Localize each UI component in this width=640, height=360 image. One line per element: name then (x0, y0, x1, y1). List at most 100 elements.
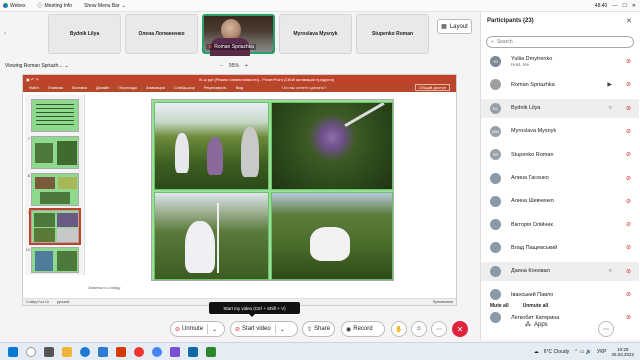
record-button[interactable]: ◉ Record (341, 321, 385, 337)
avatar (490, 195, 501, 207)
participant-row[interactable]: YD Yuliia Dmytrenko Host, me ⊘ (481, 52, 639, 71)
participant-name: Stupenko Roman (511, 151, 554, 158)
video-tile-logvynenko[interactable]: Олена Логвиненко (125, 14, 198, 54)
ppt-ribbon: Файл Главная Вставка Дизайн Переходы Ани… (23, 83, 456, 92)
viber-icon[interactable] (170, 346, 180, 357)
participant-row[interactable]: Іванський Павло ⊘ (481, 285, 639, 304)
avatar: BL (490, 102, 501, 114)
leave-meeting-button[interactable]: ✕ (452, 321, 468, 337)
participant-row[interactable]: Легкобит Катерина ⊘ (481, 308, 639, 327)
slide-thumb-image (31, 136, 79, 169)
ppt-slide-count: Слайд 9 из 10 (26, 300, 49, 304)
captions-button[interactable]: ☺ (411, 321, 427, 337)
avatar (490, 289, 501, 300)
participant-name-block: Даяна Коновал (511, 268, 550, 274)
show-menu-bar-menu[interactable]: Show Menu Bar ⌄ (84, 3, 126, 9)
apps-icon: ⁂ (525, 322, 531, 328)
minimize-icon[interactable]: — (612, 3, 617, 9)
clock[interactable]: 10:29 25.03.2022 (611, 347, 634, 357)
task-view-icon[interactable] (44, 346, 54, 357)
strip-prev-icon[interactable]: ‹ (4, 30, 6, 37)
participants-search-input[interactable]: ⌕ Search (486, 36, 634, 48)
store-icon[interactable] (98, 346, 108, 357)
weather-text[interactable]: 6°C Cloudy (544, 349, 569, 355)
participant-row[interactable]: Вікторія Олійник ⊘ (481, 215, 639, 234)
slide-thumb-image (31, 99, 79, 132)
opera-icon[interactable] (134, 346, 144, 357)
chat-icon[interactable]: ○ (608, 268, 612, 274)
panel-more-button[interactable]: ⋯ (598, 321, 614, 337)
tile-name: Stupenko Roman (371, 31, 414, 37)
telegram-icon[interactable] (188, 346, 198, 357)
tile-name: Myroslava Mysnyk (293, 31, 338, 37)
search-placeholder: Search (496, 39, 513, 45)
participant-name: Roman Spriazhka (511, 81, 555, 88)
meeting-info-menu[interactable]: ⓘ Meeting Info (37, 2, 72, 10)
close-icon[interactable]: ✕ (632, 3, 636, 9)
participant-name: Bydnik Lilya (511, 105, 541, 112)
mic-muted-icon: ⊘ (625, 315, 631, 322)
video-strip: ‹ Bydnik Lilya Олена Логвиненко ⊘ Roman S… (0, 12, 478, 59)
layout-button[interactable]: ▦ Layout (437, 19, 472, 34)
mic-muted-icon: ⊘ (625, 198, 631, 205)
chevron-down-icon: ⌄ (121, 2, 126, 9)
tray-icons[interactable]: ⌃ ▭ 🔊 (574, 349, 592, 355)
more-icon: ⋯ (603, 326, 609, 333)
start-icon[interactable] (8, 346, 18, 357)
video-tile-stupenko[interactable]: Stupenko Roman (356, 14, 429, 54)
participant-name-block: Вікторія Олійник (511, 222, 553, 228)
search-icon[interactable] (26, 346, 36, 357)
participant-row[interactable]: Влад Пащевський ⊘ (481, 238, 639, 257)
participant-row[interactable]: BL Bydnik Lilya ○ ⊘ (481, 98, 639, 118)
participant-row[interactable]: Roman Spriazhka ▶ ⊘ (481, 75, 639, 94)
mute-all-button[interactable]: Mute all (490, 303, 509, 309)
tile-name: Bydnik Lilya (69, 31, 100, 37)
maximize-icon[interactable]: ☐ (622, 3, 626, 9)
file-explorer-icon[interactable] (62, 346, 72, 357)
participant-row[interactable]: Алина Шевченко ⊘ (481, 192, 639, 211)
zoom-out-icon[interactable]: − (220, 63, 223, 69)
app-brand: Webex (0, 3, 25, 9)
zoom-in-icon[interactable]: + (245, 63, 248, 69)
participant-row[interactable]: MM Myroslava Mysnyk ⊘ (481, 122, 639, 141)
meeting-timer: 48:40 (594, 2, 608, 9)
thumb-photo (35, 251, 53, 271)
participant-row[interactable]: Даяна Коновал ○ ⊘ (481, 261, 639, 281)
more-options-button[interactable]: ⋯ (431, 321, 447, 337)
avatar: YD (490, 56, 501, 67)
show-menu-bar-label: Show Menu Bar (84, 2, 120, 9)
photo-figure (241, 127, 259, 177)
webex-taskbar-icon[interactable] (206, 346, 216, 357)
ppt-notes: Заметки к слайду (88, 285, 121, 290)
avatar (490, 242, 501, 254)
video-tile-bydnik[interactable]: Bydnik Lilya (48, 14, 121, 54)
more-icon: ⋯ (436, 326, 442, 333)
participant-row[interactable]: SR Stupenko Roman ⊘ (481, 145, 639, 164)
avatar (490, 265, 501, 277)
close-icon[interactable]: ✕ (626, 17, 632, 25)
powerpoint-icon[interactable] (116, 346, 126, 357)
shared-screen: ▣ ↶ ↷ Xl-ш ppt [Режим совместимости] - P… (22, 74, 457, 306)
search-icon: ⌕ (491, 39, 494, 45)
layout-grid-icon: ▦ (441, 24, 447, 30)
unmute-button[interactable]: ⊘ Unmute ⌄ (170, 321, 225, 337)
slide-photo-flower-closeup (271, 102, 393, 190)
apps-button[interactable]: ⁂ Apps (525, 321, 548, 329)
start-video-button[interactable]: ⊘ Start video ⌄ (230, 321, 298, 337)
share-button[interactable]: ⇪ Share (302, 321, 335, 337)
slide-thumb: 9 (25, 208, 81, 245)
avatar (490, 79, 501, 91)
chrome-icon[interactable] (152, 346, 162, 357)
participant-row[interactable]: Алина Гасенко ⊘ (481, 169, 639, 188)
close-icon: ✕ (456, 324, 464, 334)
language-indicator[interactable]: УКР (597, 349, 606, 355)
participant-name: Легкобит Катерина (511, 314, 560, 321)
reactions-button[interactable]: ✋ (391, 321, 407, 337)
viewing-label[interactable]: Viewing Roman Spriazh... ⌄ (5, 63, 69, 69)
unmute-all-button[interactable]: Unmute all (523, 303, 549, 309)
edge-icon[interactable] (80, 346, 90, 357)
chat-icon[interactable]: ○ (608, 105, 612, 111)
video-tile-mysnyk[interactable]: Myroslava Mysnyk (279, 14, 352, 54)
ppt-tab: Главная (47, 85, 64, 90)
video-tile-active-speaker[interactable]: ⊘ Roman Spriazhka (202, 14, 275, 56)
